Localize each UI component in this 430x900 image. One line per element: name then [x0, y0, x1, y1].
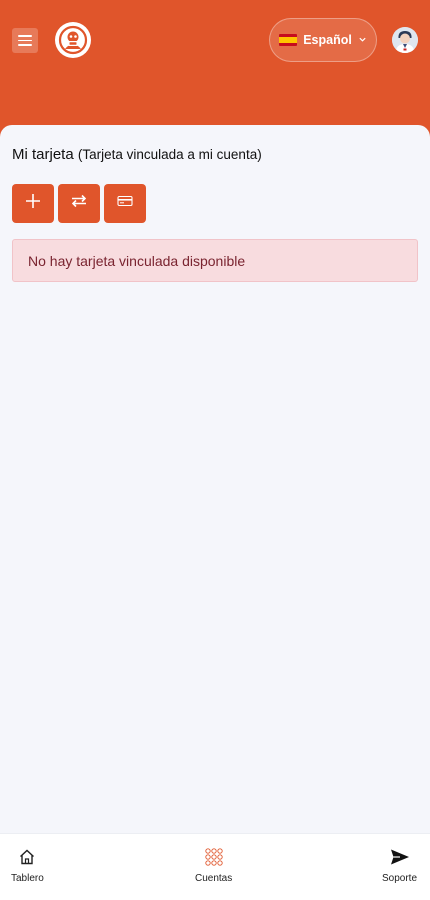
- send-icon: [390, 848, 410, 869]
- language-selector[interactable]: Español: [269, 18, 377, 62]
- grid-dots-icon: [204, 848, 224, 869]
- page-title: Mi tarjeta (Tarjeta vinculada a mi cuent…: [12, 146, 262, 163]
- page-title-text: Mi tarjeta: [12, 146, 74, 163]
- nav-label-soporte: Soporte: [382, 873, 418, 884]
- add-card-button[interactable]: [12, 184, 54, 223]
- nav-item-cuentas[interactable]: Cuentas: [195, 848, 232, 884]
- action-button-row: [12, 184, 146, 223]
- language-label: Español: [303, 33, 352, 47]
- no-card-alert: No hay tarjeta vinculada disponible: [12, 239, 418, 282]
- credit-card-icon: [117, 194, 133, 213]
- main-card: Mi tarjeta (Tarjeta vinculada a mi cuent…: [0, 125, 430, 833]
- nav-label-cuentas: Cuentas: [195, 873, 233, 884]
- user-avatar-icon[interactable]: [392, 27, 418, 53]
- plus-icon: [24, 192, 42, 215]
- card-button[interactable]: [104, 184, 146, 223]
- brand-logo-icon[interactable]: [55, 22, 91, 58]
- nav-item-tablero[interactable]: Tablero: [11, 848, 44, 884]
- home-icon: [18, 848, 36, 869]
- top-bar: Español: [0, 0, 430, 80]
- nav-label-tablero: Tablero: [11, 873, 44, 884]
- alert-message: No hay tarjeta vinculada disponible: [28, 252, 246, 269]
- hamburger-menu-icon[interactable]: [12, 28, 38, 53]
- spain-flag-icon: [279, 34, 298, 46]
- page-subtitle: (Tarjeta vinculada a mi cuenta): [77, 147, 262, 162]
- transfer-button[interactable]: [58, 184, 100, 223]
- bottom-navigation: Tablero Cuentas Soporte: [0, 833, 430, 900]
- chevron-down-icon: [358, 33, 367, 47]
- transfer-arrows-icon: [70, 192, 88, 215]
- nav-item-soporte[interactable]: Soporte: [382, 848, 417, 884]
